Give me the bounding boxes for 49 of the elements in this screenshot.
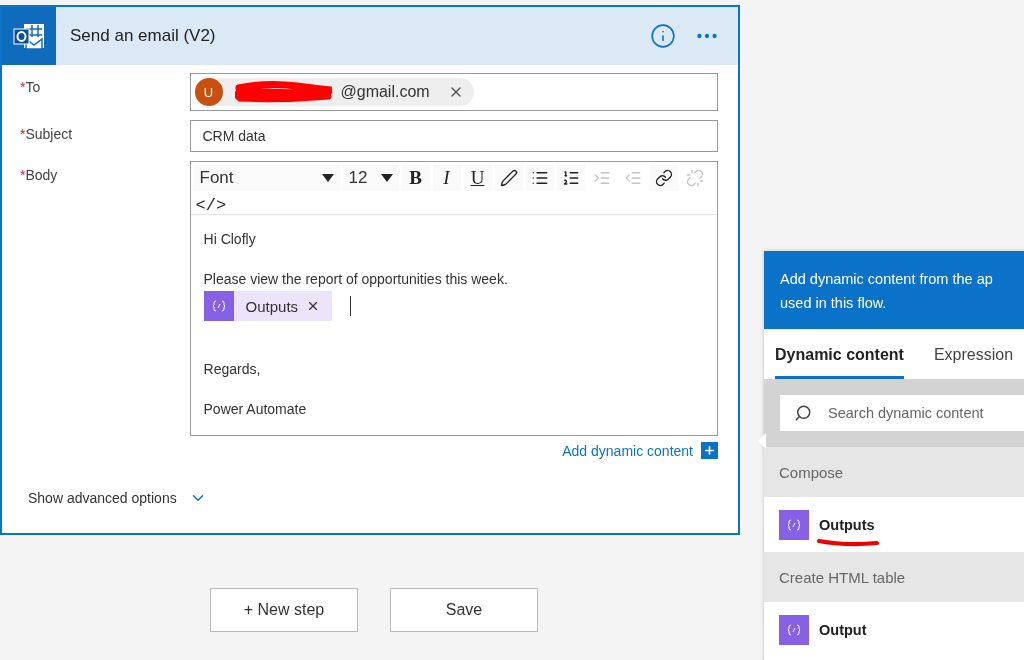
search-field[interactable]: Search dynamic content [780, 395, 1024, 431]
avatar: U [194, 78, 223, 106]
recipient-chip[interactable]: U @gmail.com [194, 78, 474, 106]
search-icon [794, 404, 812, 422]
group-heading: Compose [764, 447, 1024, 497]
dynamic-item[interactable]: Output [764, 602, 1024, 657]
to-field[interactable]: U @gmail.com [189, 73, 718, 111]
field-label: *Body [20, 166, 59, 183]
subject-field[interactable]: CRM data [189, 120, 718, 152]
body-text: Regards, [203, 361, 262, 379]
dynamic-item[interactable]: Outputs [764, 497, 1024, 552]
advanced-options-toggle[interactable]: Show advanced options [28, 489, 207, 507]
expression-icon [779, 614, 809, 645]
body-text: Power Automate [203, 401, 308, 419]
dropdown-icon [380, 173, 393, 182]
dropdown-icon [321, 173, 334, 182]
plus-icon[interactable] [701, 442, 718, 459]
unlink-icon [685, 168, 704, 187]
field-label: *Subject [20, 125, 74, 142]
field-label: *To [20, 78, 42, 95]
numbers-button[interactable] [556, 164, 585, 191]
size-select[interactable]: 12 [342, 164, 399, 191]
body-text: Hi Clofly [203, 231, 257, 249]
panel-tab[interactable]: Expression [933, 343, 1014, 379]
expression-icon [779, 509, 809, 540]
body-editor[interactable]: Font 12 B I U </> Hi Clofly Please view the report of opportunities this week. Outputs Regards, Power Automate [189, 161, 718, 436]
outputs-token[interactable]: Outputs [203, 291, 332, 321]
italic-button[interactable]: I [432, 164, 461, 191]
link-icon [654, 168, 673, 187]
info-icon[interactable] [650, 23, 676, 49]
panel-header: Add dynamic content from the ap used in this flow. [764, 251, 1024, 329]
card-title: Send an email (V2) [69, 26, 217, 46]
new-step-button[interactable]: + New step [210, 588, 358, 632]
numbers-icon [561, 168, 580, 187]
expression-icon [203, 291, 234, 321]
bullets-button[interactable] [525, 164, 554, 191]
font-select[interactable]: Font [193, 164, 340, 191]
group-heading: Create HTML table [764, 552, 1024, 602]
code-view-button[interactable]: </> [193, 194, 229, 216]
color-button[interactable] [494, 164, 523, 191]
body-text: Please view the report of opportunities this week. [203, 271, 509, 289]
outlook-icon [12, 21, 46, 51]
underline-button[interactable]: U [463, 164, 492, 191]
add-dynamic-content-link[interactable]: Add dynamic content [562, 442, 693, 459]
bold-button[interactable]: B [401, 164, 430, 191]
email-address: @gmail.com [340, 83, 430, 101]
color-icon [499, 168, 518, 187]
save-button[interactable]: Save [390, 588, 538, 632]
link-button[interactable] [649, 164, 678, 191]
